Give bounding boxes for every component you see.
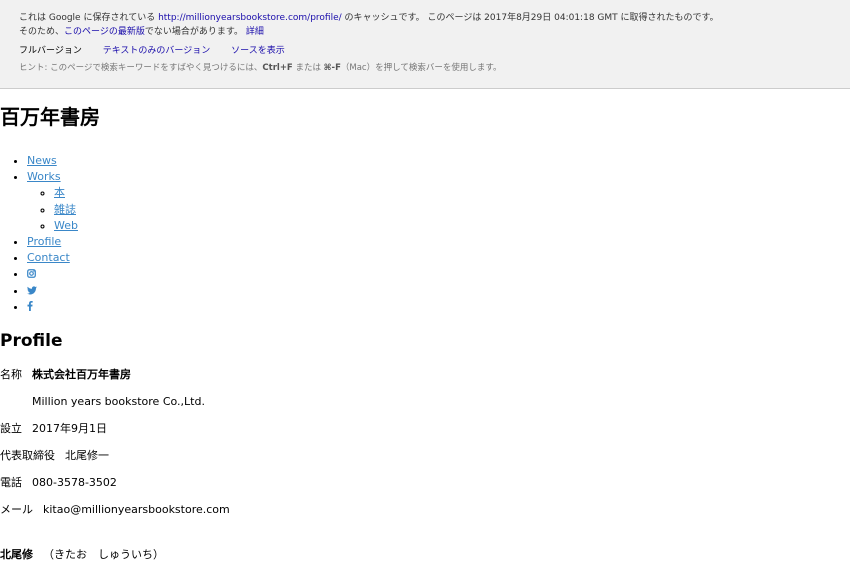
- name-label: 名称: [0, 368, 22, 382]
- works-submenu: 本 雑誌 Web: [27, 185, 850, 234]
- cached-url-link[interactable]: http://millionyearsbookstore.com/profile…: [158, 13, 342, 23]
- profile-details: 名称 株式会社百万年書房 Million years bookstore Co.,…: [0, 367, 850, 574]
- nav-link-web[interactable]: Web: [54, 219, 78, 232]
- founded-value: 2017年9月1日: [32, 422, 107, 436]
- nav-item-magazines: 雑誌: [54, 202, 850, 218]
- nav-item-contact: Contact: [27, 250, 850, 266]
- profile-spacer: [0, 529, 850, 547]
- cache-info-suffix: のキャッシュです。 このページは 2017年8月29日 04:01:18 GMT…: [341, 13, 719, 23]
- profile-row-name: 名称 株式会社百万年書房: [0, 367, 850, 394]
- cutoff-value: （きたお しゅういち）: [43, 548, 164, 562]
- cache-note-prefix: そのため、: [19, 27, 65, 37]
- nav-item-instagram: [27, 266, 850, 282]
- site-title: 百万年書房: [0, 105, 100, 129]
- name-en-value: Million years bookstore Co.,Ltd.: [32, 395, 205, 409]
- nav-item-books: 本: [54, 185, 850, 201]
- phone-value: 080-3578-3502: [32, 476, 117, 490]
- hint-suffix: （Mac）を押して検索バーを使用します。: [340, 63, 502, 73]
- profile-row-phone: 電話 080-3578-3502: [0, 475, 850, 502]
- cache-note-suffix: でない場合があります。: [144, 27, 246, 37]
- profile-row-name-en: Million years bookstore Co.,Ltd.: [0, 394, 850, 421]
- hint-prefix: ヒント: このページで検索キーワードをすばやく見つけるには、: [19, 63, 263, 73]
- instagram-icon[interactable]: [27, 267, 36, 280]
- cache-info-prefix: これは Google に保存されている: [19, 13, 159, 23]
- google-cache-banner: これは Google に保存されている http://millionyearsb…: [0, 0, 850, 89]
- cutoff-label: 北尾修: [0, 548, 33, 562]
- nav-item-facebook: [27, 299, 850, 315]
- view-source-link[interactable]: ソースを表示: [231, 46, 285, 56]
- cache-info-line: これは Google に保存されている http://millionyearsb…: [19, 11, 831, 25]
- nav-item-profile: Profile: [27, 234, 850, 250]
- profile-row-founded: 設立 2017年9月1日: [0, 421, 850, 448]
- facebook-icon[interactable]: [27, 300, 33, 313]
- hint-mid: または: [292, 63, 324, 73]
- nav-list: News Works 本 雑誌 Web Profile Contact: [0, 153, 850, 315]
- nav-link-profile[interactable]: Profile: [27, 235, 61, 248]
- nav-link-contact[interactable]: Contact: [27, 251, 70, 264]
- mail-label: メール: [0, 503, 33, 517]
- twitter-icon[interactable]: [27, 284, 37, 297]
- phone-label: 電話: [0, 476, 22, 490]
- mail-value: kitao@millionyearsbookstore.com: [43, 503, 230, 517]
- text-only-version-link[interactable]: テキストのみのバージョン: [103, 46, 211, 56]
- search-hint: ヒント: このページで検索キーワードをすばやく見つけるには、Ctrl+F または…: [19, 61, 831, 75]
- hint-key-cmd-f: ⌘-F: [323, 63, 341, 73]
- nav-link-works[interactable]: Works: [27, 170, 61, 183]
- nav-item-web: Web: [54, 218, 850, 234]
- nav-item-works: Works 本 雑誌 Web: [27, 169, 850, 234]
- nav-item-news: News: [27, 153, 850, 169]
- profile-row-mail: メール kitao@millionyearsbookstore.com: [0, 502, 850, 529]
- founded-label: 設立: [0, 422, 22, 436]
- nav-link-news[interactable]: News: [27, 154, 57, 167]
- profile-row-ceo: 代表取締役 北尾修一: [0, 448, 850, 475]
- section-title: Profile: [0, 331, 63, 352]
- latest-version-link[interactable]: このページの最新版: [64, 27, 145, 37]
- nav-item-twitter: [27, 283, 850, 299]
- version-switcher: フルバージョン テキストのみのバージョン ソースを表示: [19, 44, 831, 58]
- profile-row-cutoff: 北尾修 （きたお しゅういち）: [0, 547, 850, 574]
- main-nav: News Works 本 雑誌 Web Profile Contact: [0, 153, 850, 315]
- nav-link-books[interactable]: 本: [54, 186, 65, 199]
- nav-link-magazines[interactable]: 雑誌: [54, 203, 76, 216]
- full-version-label: フルバージョン: [19, 46, 82, 56]
- hint-key-ctrl-f: Ctrl+F: [262, 63, 293, 73]
- ceo-value: 北尾修一: [65, 449, 109, 463]
- name-value: 株式会社百万年書房: [32, 368, 131, 382]
- ceo-label: 代表取締役: [0, 449, 55, 463]
- details-link[interactable]: 詳細: [246, 27, 264, 37]
- cache-note-line: そのため、このページの最新版でない場合があります。 詳細: [19, 25, 831, 39]
